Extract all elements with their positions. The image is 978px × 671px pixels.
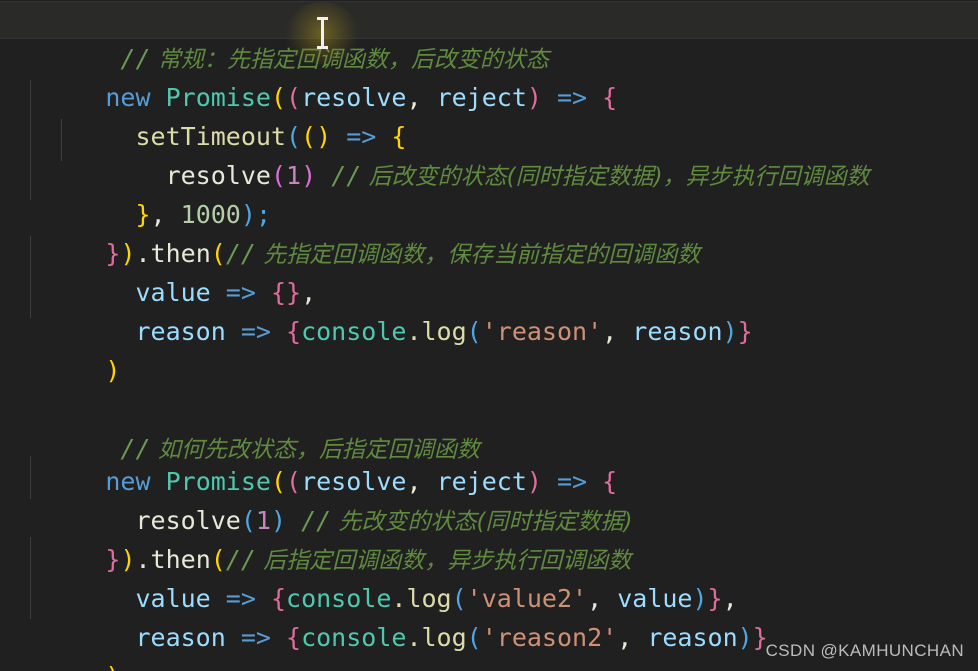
code-line-4[interactable]: resolve(1) // 后改变的状态(同时指定数据)，异步执行回调函数	[0, 117, 978, 190]
code-line-15[interactable]: value => {console.log('value2', value)},	[0, 540, 978, 613]
code-line-9[interactable]: )	[0, 312, 978, 385]
watermark-text: CSDN @KAMHUNCHAN	[765, 641, 964, 660]
code-line-5[interactable]: }, 1000);	[0, 156, 978, 229]
screenshot-root: // 常规：先指定回调函数，后改变的状态 new Promise((resolv…	[0, 0, 978, 671]
code-line-1[interactable]: // 常规：先指定回调函数，后改变的状态	[0, 0, 978, 73]
code-line-6[interactable]: }).then(// 先指定回调函数，保存当前指定的回调函数	[0, 195, 978, 268]
code-line-10[interactable]	[0, 351, 978, 390]
code-line-8[interactable]: reason => {console.log('reason', reason)…	[0, 273, 978, 346]
code-line-7[interactable]: value => {},	[0, 234, 978, 307]
token-paren: )	[105, 662, 120, 671]
code-line-12[interactable]: new Promise((resolve, reject) => {	[0, 423, 978, 496]
code-editor[interactable]: // 常规：先指定回调函数，后改变的状态 new Promise((resolv…	[0, 0, 978, 671]
code-line-14[interactable]: }).then(// 后指定回调函数，异步执行回调函数	[0, 501, 978, 574]
code-line-16[interactable]: reason => {console.log('reason2', reason…	[0, 579, 978, 652]
code-line-2[interactable]: new Promise((resolve, reject) => {	[0, 39, 978, 112]
code-line-3[interactable]: setTimeout(() => {	[0, 78, 978, 151]
code-line-13[interactable]: resolve(1) // 先改变的状态(同时指定数据)	[0, 462, 978, 535]
